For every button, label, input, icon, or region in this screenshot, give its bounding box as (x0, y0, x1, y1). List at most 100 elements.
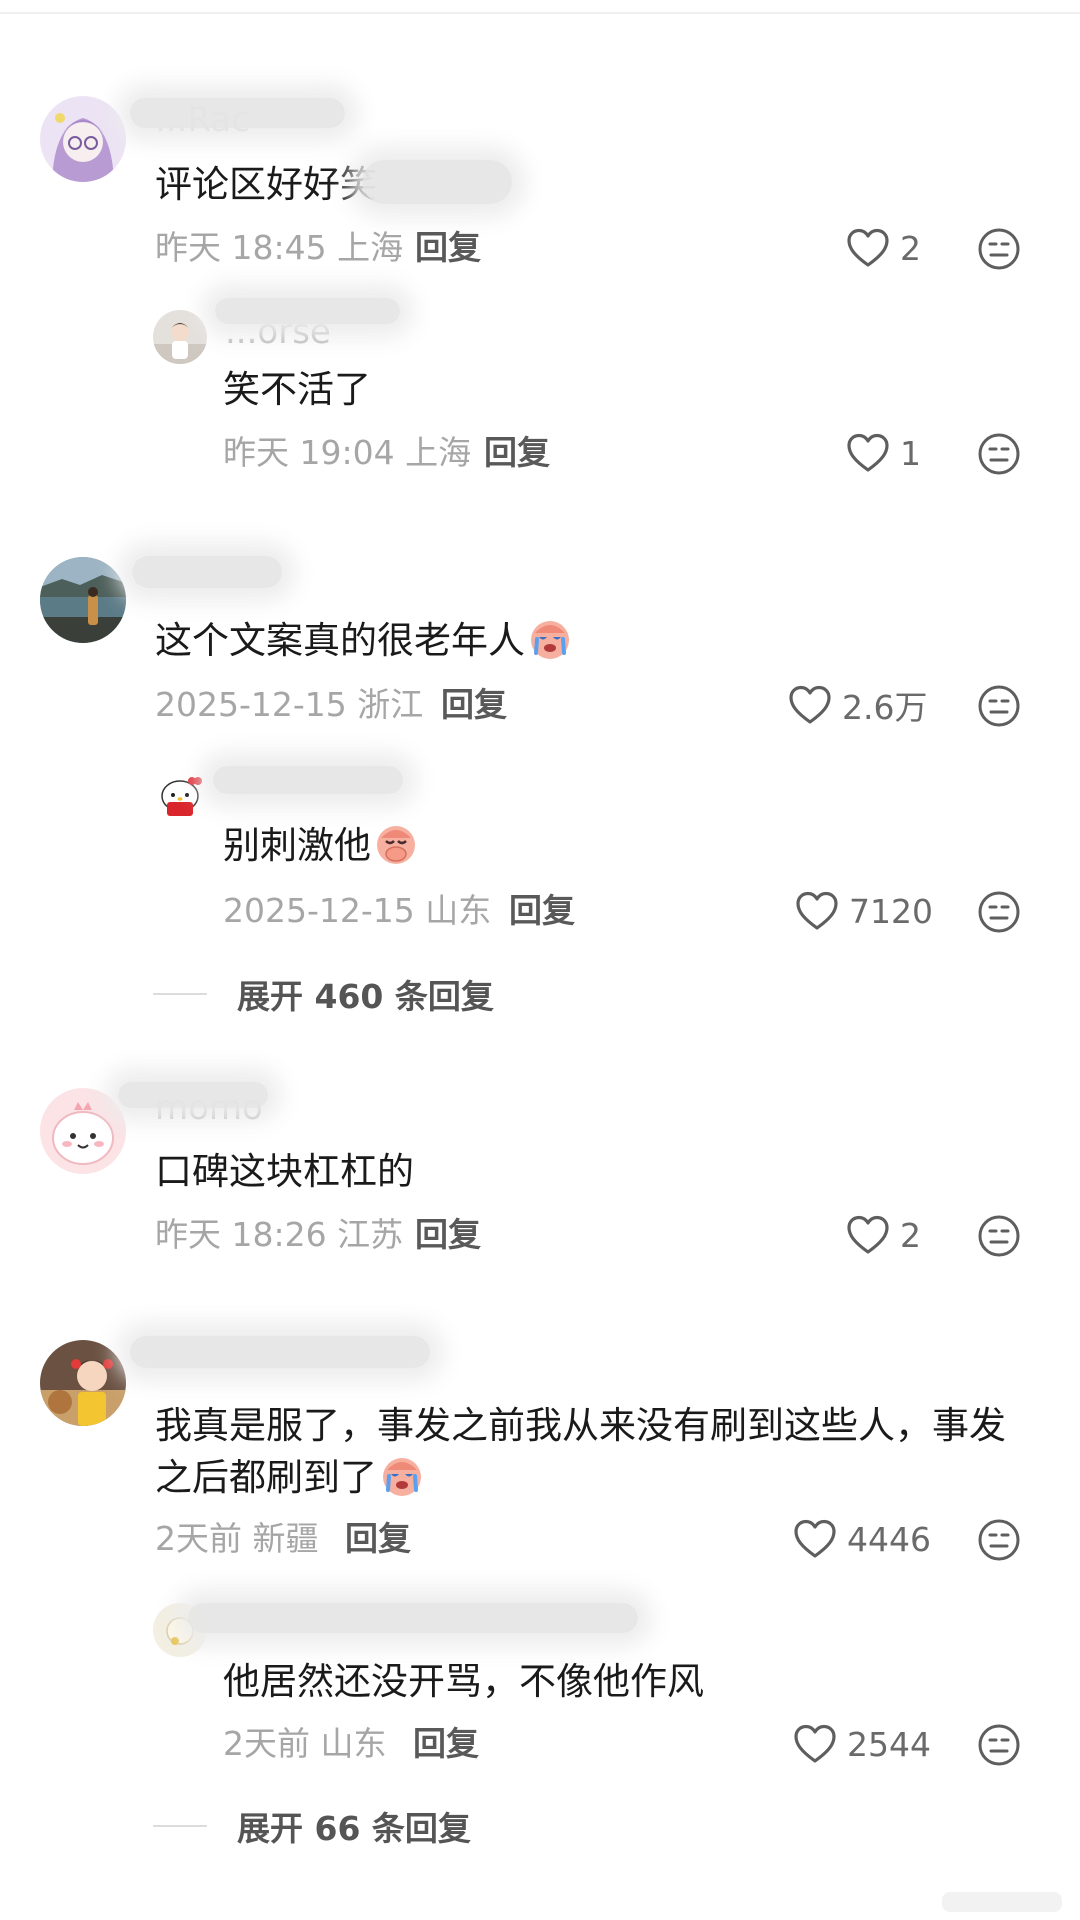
comment-location: 江苏 (337, 1215, 404, 1254)
redaction-blur (130, 98, 345, 128)
comment-location: 浙江 (357, 685, 424, 724)
like-button[interactable]: 4446 (793, 1516, 931, 1562)
meh-face-icon (978, 228, 1020, 270)
comment-meta: 昨天 18:45 上海 (155, 225, 403, 271)
comment-time: 昨天 18:45 (155, 228, 327, 267)
expand-divider (153, 1825, 207, 1827)
watermark (942, 1892, 1062, 1912)
like-button[interactable]: 2 (846, 1212, 921, 1258)
avatar[interactable] (153, 768, 207, 822)
heart-icon (794, 1724, 836, 1763)
dislike-button[interactable] (977, 227, 1021, 271)
avatar[interactable] (40, 96, 126, 182)
redaction-blur (132, 556, 282, 588)
comment-text-content: 这个文案真的很老年人 (155, 619, 525, 662)
like-button[interactable]: 1 (846, 430, 921, 476)
meh-face-icon (978, 1215, 1020, 1257)
redaction-blur (362, 160, 512, 204)
reply-text: 别刺激他 (223, 820, 419, 872)
expand-replies-button[interactable]: 展开 66 条回复 (153, 1803, 471, 1849)
comment-text-content: 之后都刷到了 (155, 1456, 377, 1499)
top-divider (0, 12, 1080, 14)
reply-button[interactable]: 回复 (415, 1212, 481, 1258)
comment-location: 上海 (337, 228, 404, 267)
like-count: 2.6万 (842, 688, 928, 727)
heart-icon (796, 891, 838, 930)
redaction-blur (188, 1603, 638, 1633)
comment-time: 昨天 18:26 (155, 1215, 327, 1254)
comment-text: 我真是服了，事发之前我从来没有刷到这些人，事发 之后都刷到了 (155, 1400, 1006, 1504)
comment-text-line1: 我真是服了，事发之前我从来没有刷到这些人，事发 (155, 1404, 1006, 1447)
dislike-button[interactable] (977, 684, 1021, 728)
avatar[interactable] (40, 1340, 126, 1426)
reply-button[interactable]: 回复 (415, 225, 481, 271)
reply-time: 2天前 (223, 1724, 310, 1763)
like-count: 4446 (847, 1519, 931, 1559)
like-count: 1 (900, 433, 921, 473)
reply-button[interactable]: 回复 (441, 682, 507, 728)
crying-face-emoji (531, 621, 569, 659)
comment-text: 口碑这块杠杠的 (155, 1150, 414, 1193)
like-count: 7120 (849, 891, 933, 931)
expand-replies-button[interactable]: 展开 460 条回复 (153, 971, 494, 1017)
avatar[interactable] (40, 1088, 126, 1174)
reply-text: 他居然还没开骂，不像他作风 (223, 1660, 704, 1703)
reply-button[interactable]: 回复 (484, 430, 550, 476)
avatar[interactable] (40, 557, 126, 643)
heart-icon (847, 1215, 889, 1254)
comment-meta: 2025-12-15 浙江 (155, 682, 423, 728)
crying-face-emoji (383, 1458, 421, 1496)
comment-text: 这个文案真的很老年人 (155, 615, 573, 667)
redaction-blur (118, 1082, 268, 1108)
comment-meta: 2天前 新疆 (155, 1516, 319, 1562)
reply-location: 山东 (425, 891, 492, 930)
like-button[interactable]: 2544 (793, 1721, 931, 1767)
reply-button[interactable]: 回复 (509, 888, 575, 934)
reply-button[interactable]: 回复 (345, 1516, 411, 1562)
meh-face-icon (978, 1724, 1020, 1766)
reply-meta: 2025-12-15 山东 (223, 888, 491, 934)
heart-icon (847, 433, 889, 472)
reply-location: 山东 (320, 1724, 387, 1763)
meh-face-icon (978, 685, 1020, 727)
avatar[interactable] (153, 310, 207, 364)
reply-location: 上海 (405, 433, 472, 472)
covering-mouth-emoji (377, 826, 415, 864)
heart-icon (847, 228, 889, 267)
reply-meta: 2天前 山东 (223, 1721, 387, 1767)
heart-icon (789, 685, 831, 724)
expand-divider (153, 993, 207, 995)
dislike-button[interactable] (977, 1723, 1021, 1767)
redaction-blur (213, 766, 403, 794)
like-button[interactable]: 2.6万 (788, 682, 927, 728)
like-count: 2 (900, 1215, 921, 1255)
comment-text: 评论区好好笑 (155, 163, 377, 206)
redaction-blur (215, 298, 400, 324)
reply-text: 笑不活了 (223, 368, 371, 411)
like-button[interactable]: 7120 (795, 888, 933, 934)
dislike-button[interactable] (977, 1214, 1021, 1258)
comment-text-line2: 之后都刷到了 (155, 1452, 1006, 1504)
comment-time: 2025-12-15 (155, 685, 347, 724)
meh-face-icon (978, 1519, 1020, 1561)
comment-meta: 昨天 18:26 江苏 (155, 1212, 403, 1258)
heart-icon (794, 1519, 836, 1558)
reply-meta: 昨天 19:04 上海 (223, 430, 471, 476)
like-count: 2 (900, 228, 921, 268)
reply-time: 昨天 19:04 (223, 433, 395, 472)
meh-face-icon (978, 433, 1020, 475)
reply-time: 2025-12-15 (223, 891, 415, 930)
dislike-button[interactable] (977, 890, 1021, 934)
comment-location: 新疆 (252, 1519, 319, 1558)
meh-face-icon (978, 891, 1020, 933)
dislike-button[interactable] (977, 432, 1021, 476)
expand-replies-label: 展开 66 条回复 (237, 1809, 471, 1848)
comment-time: 2天前 (155, 1519, 242, 1558)
dislike-button[interactable] (977, 1518, 1021, 1562)
reply-text-content: 别刺激他 (223, 824, 371, 867)
like-count: 2544 (847, 1724, 931, 1764)
expand-replies-label: 展开 460 条回复 (237, 977, 494, 1016)
like-button[interactable]: 2 (846, 225, 921, 271)
reply-button[interactable]: 回复 (413, 1721, 479, 1767)
redaction-blur (130, 1336, 430, 1368)
